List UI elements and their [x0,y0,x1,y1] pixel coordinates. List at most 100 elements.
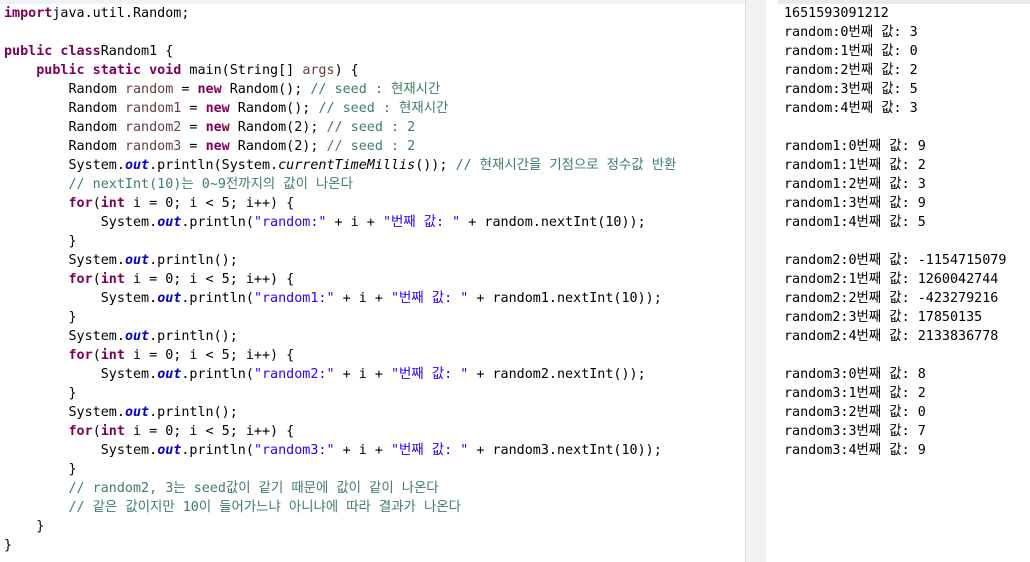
code-token: .println(); [149,253,238,268]
code-token: System. [4,215,158,230]
console-line: random2:3번째 값: 17850135 [784,310,983,325]
code-token: ( [92,272,101,287]
code-token: out [124,405,150,420]
code-token: ) { [334,63,359,78]
code-token: ( [92,348,101,363]
code-line: Random random = new Random(); // seed : … [4,80,440,99]
code-token: = [173,82,198,97]
code-token: "random2:" [253,367,335,382]
code-token: } [4,519,45,534]
code-token: "번째 값: " [391,367,469,382]
code-token: } [4,538,13,553]
code-line: for(int i = 0; i < 5; i++) { [4,270,295,289]
code-token: import [4,6,53,21]
console-line: 1651593091212 [784,6,889,21]
code-token: // seed : 현재시간 [318,101,449,116]
code-token: = [181,139,206,154]
code-token: = [181,120,206,135]
code-token: out [157,291,182,306]
code-token: Random(2); [229,139,327,154]
console-line: random1:1번째 값: 2 [784,158,926,173]
code-token: ()); [415,158,456,173]
console-output[interactable]: 1651593091212 random:0번째 값: 3 random:1번째 값… [778,0,1030,562]
code-token: int [100,196,125,211]
code-token: public class [4,44,101,59]
console-line: random1:4번째 값: 5 [784,215,926,230]
code-token: + i + [326,215,383,230]
code-token: .println( [181,443,254,458]
code-token: .println(System. [149,158,279,173]
code-token: i = 0; i < 5; i++) { [124,196,295,211]
code-line: for(int i = 0; i < 5; i++) { [4,346,295,365]
code-line: // 같은 값이지만 10이 들어가느냐 아니냐에 따라 결과가 나온다 [4,498,461,517]
console-line: random3:4번째 값: 9 [784,443,926,458]
console-line: random:0번째 값: 3 [784,25,918,40]
code-token: main(String[] [181,63,303,78]
code-token: Random(); [221,82,311,97]
code-token: out [124,253,150,268]
code-token: out [124,158,150,173]
code-token: Random1 { [100,44,174,59]
code-token: System. [4,291,158,306]
code-token: + i + [334,443,391,458]
code-token: .println( [181,367,254,382]
console-line: random1:2번째 값: 3 [784,177,926,192]
code-line: System.out.println(); [4,327,237,346]
code-token: int [100,272,125,287]
code-token: out [157,367,182,382]
code-line: } [4,384,76,403]
console-line: random2:0번째 값: -1154715079 [784,253,1007,268]
code-token: } [4,462,77,477]
code-line: } [4,232,77,251]
console-line: random3:0번째 값: 8 [784,367,926,382]
code-token: int [100,424,125,439]
code-token: int [100,348,125,363]
code-token: "random1:" [253,291,335,306]
code-token: new [205,139,230,154]
code-token: ( [92,424,101,439]
code-token: + random2.nextInt()); [468,367,646,382]
code-line: // random2, 3는 seed값이 같기 때문에 값이 같이 나온다 [4,479,439,498]
code-line: System.out.println(); [4,403,238,422]
code-token: new [205,101,230,116]
console-line: random:1번째 값: 0 [784,44,918,59]
code-token: } [4,234,77,249]
code-token: .println(); [149,405,238,420]
code-token: Random(2); [229,120,327,135]
code-token: // 같은 값이지만 10이 들어가느냐 아니냐에 따라 결과가 나온다 [4,500,461,515]
code-line: for(int i = 0; i < 5; i++) { [4,422,295,441]
console-line: random1:0번째 값: 9 [784,139,926,154]
panel-divider[interactable] [745,0,766,562]
code-line: Random random1 = new Random(); // seed :… [4,99,448,118]
code-token: for [68,272,93,287]
code-token: + i + [334,367,391,382]
code-token: Random(); [229,101,319,116]
code-token: ( [92,196,101,211]
code-editor[interactable]: importjava.util.Random; public classRando… [0,0,745,562]
code-line: for(int i = 0; i < 5; i++) { [4,194,295,213]
code-token: random2 [124,120,182,135]
code-token: public static void [36,63,182,78]
code-token: // seed : 2 [326,139,416,154]
code-token: .println( [181,291,254,306]
code-line: public static void main(String[] args) { [4,61,359,80]
code-line: System.out.println("random2:" + i + "번째 … [4,365,646,384]
code-token: "번째 값: " [391,291,469,306]
code-token: args [302,63,335,78]
code-token: java.util.Random; [52,6,190,21]
console-line: random3:2번째 값: 0 [784,405,926,420]
code-token: // random2, 3는 seed값이 같기 때문에 값이 같이 나온다 [4,481,439,496]
code-line: importjava.util.Random; [4,4,189,23]
console-line: random2:4번째 값: 2133836778 [784,329,999,344]
code-token: for [68,196,93,211]
code-line: } [4,460,77,479]
code-line: public classRandom1 { [4,42,173,61]
code-token: random3 [124,139,182,154]
code-line: Random random2 = new Random(2); // seed … [4,118,415,137]
code-line: System.out.println(System.currentTimeMil… [4,156,676,175]
code-line: System.out.println("random3:" + i + "번째 … [4,441,662,460]
